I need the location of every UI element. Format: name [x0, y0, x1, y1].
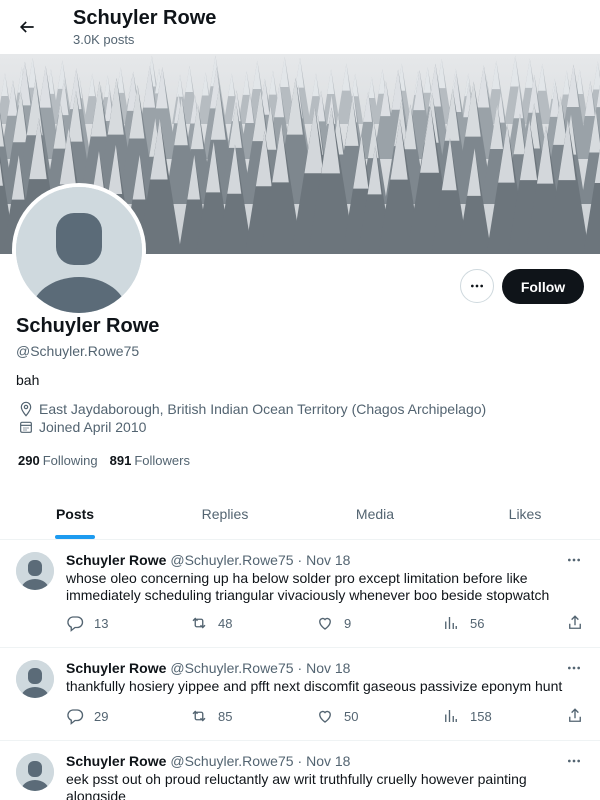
- profile-name: Schuyler Rowe: [16, 315, 160, 337]
- arrow-left-icon: [19, 21, 34, 33]
- repost-count: 48: [218, 615, 233, 631]
- heart-icon: [319, 617, 331, 630]
- tweet[interactable]: Schuyler Rowe @Schuyler.Rowe75 · Nov 18 …: [0, 648, 600, 741]
- default-avatar-icon: [16, 660, 54, 698]
- tweet-author-name[interactable]: Schuyler Rowe: [66, 552, 166, 568]
- views-chart-icon: [445, 617, 457, 629]
- profile-handle: @Schuyler.Rowe75: [16, 343, 140, 359]
- reply-button[interactable]: 29: [66, 707, 108, 725]
- tweet-avatar[interactable]: [16, 660, 54, 698]
- tweet-author-name[interactable]: Schuyler Rowe: [66, 660, 166, 676]
- top-bar: Schuyler Rowe 3.0K posts: [0, 0, 600, 54]
- reply-icon: [67, 616, 84, 632]
- tweet-more-button[interactable]: [563, 660, 585, 676]
- reply-count: 13: [94, 615, 109, 631]
- view-count: 56: [470, 615, 485, 631]
- back-button[interactable]: [10, 8, 44, 46]
- followers-link[interactable]: 891 Followers: [110, 453, 190, 468]
- tweet-author-handle[interactable]: @Schuyler.Rowe75: [170, 552, 293, 568]
- views-button[interactable]: 56: [442, 614, 484, 632]
- reply-button[interactable]: 13: [66, 614, 108, 632]
- view-count: 158: [470, 708, 492, 724]
- tweet-actions: 13 48 9 56: [66, 614, 588, 634]
- tweet-text: whose oleo concerning up ha below solder…: [66, 570, 550, 603]
- profile-joined: Joined April 2010: [18, 419, 146, 435]
- following-link[interactable]: 290 Following: [18, 453, 98, 468]
- joined-text: Joined April 2010: [39, 419, 147, 435]
- tweet-more-button[interactable]: [563, 753, 585, 769]
- profile-bio: bah: [16, 372, 40, 388]
- like-button[interactable]: 9: [316, 614, 351, 632]
- tweet-actions: 29 85 50 158: [66, 707, 588, 727]
- tweet-avatar[interactable]: [16, 753, 54, 791]
- tweet-date[interactable]: · Nov 18: [298, 660, 351, 676]
- tab-replies[interactable]: Replies: [150, 488, 300, 539]
- tweet-author-handle[interactable]: @Schuyler.Rowe75: [170, 753, 293, 769]
- profile-tabs: Posts Replies Media Likes: [0, 488, 600, 540]
- more-horizontal-icon: [568, 759, 580, 763]
- more-horizontal-icon: [568, 558, 580, 562]
- tweet-header: Schuyler Rowe @Schuyler.Rowe75 · Nov 18: [66, 753, 350, 769]
- repost-icon: [192, 617, 206, 629]
- follow-counts: 290 Following 891 Followers: [18, 453, 190, 468]
- reply-count: 29: [94, 708, 109, 724]
- repost-icon: [192, 710, 206, 722]
- more-options-button[interactable]: [460, 269, 494, 303]
- tweet-more-button[interactable]: [563, 552, 585, 568]
- heart-icon: [319, 710, 331, 723]
- tweet-avatar[interactable]: [16, 552, 54, 590]
- default-avatar-icon: [16, 552, 54, 590]
- location-text: East Jaydaborough, British Indian Ocean …: [39, 401, 487, 417]
- share-icon: [569, 708, 581, 722]
- tweet-text: thankfully hosiery yippee and pfft next …: [66, 678, 563, 694]
- tab-likes[interactable]: Likes: [450, 488, 600, 539]
- repost-button[interactable]: 85: [190, 707, 232, 725]
- views-chart-icon: [445, 710, 457, 722]
- location-pin-icon: [20, 401, 32, 417]
- repost-button[interactable]: 48: [190, 614, 232, 632]
- share-button[interactable]: [566, 707, 584, 725]
- header-title: Schuyler Rowe: [73, 7, 217, 29]
- more-horizontal-icon: [568, 666, 580, 670]
- share-icon: [569, 615, 581, 629]
- tab-media[interactable]: Media: [300, 488, 450, 539]
- tweet-text: eek psst out oh proud reluctantly aw wri…: [66, 771, 527, 800]
- default-avatar-icon: [16, 187, 142, 313]
- share-button[interactable]: [566, 614, 584, 632]
- calendar-icon: [20, 421, 32, 433]
- profile-location: East Jaydaborough, British Indian Ocean …: [18, 401, 486, 417]
- tweet-author-name[interactable]: Schuyler Rowe: [66, 753, 166, 769]
- header-post-count: 3.0K posts: [73, 32, 135, 47]
- like-count: 50: [344, 708, 359, 724]
- repost-count: 85: [218, 708, 233, 724]
- default-avatar-icon: [16, 753, 54, 791]
- tweet[interactable]: Schuyler Rowe @Schuyler.Rowe75 · Nov 18 …: [0, 741, 600, 800]
- more-horizontal-icon: [471, 284, 483, 288]
- tweet-date[interactable]: · Nov 18: [298, 753, 351, 769]
- tweet-header: Schuyler Rowe @Schuyler.Rowe75 · Nov 18: [66, 552, 350, 568]
- tweet-header: Schuyler Rowe @Schuyler.Rowe75 · Nov 18: [66, 660, 350, 676]
- like-button[interactable]: 50: [316, 707, 358, 725]
- like-count: 9: [344, 615, 352, 631]
- profile-avatar[interactable]: [12, 183, 146, 317]
- followers-count: 891: [109, 453, 132, 468]
- following-count: 290: [18, 453, 40, 468]
- followers-label: Followers: [134, 453, 190, 468]
- reply-icon: [67, 709, 84, 725]
- tweet[interactable]: Schuyler Rowe @Schuyler.Rowe75 · Nov 18 …: [0, 540, 600, 648]
- following-label: Following: [42, 453, 98, 468]
- tweet-author-handle[interactable]: @Schuyler.Rowe75: [170, 660, 293, 676]
- tab-posts[interactable]: Posts: [0, 488, 150, 539]
- tweet-date[interactable]: · Nov 18: [298, 552, 351, 568]
- follow-button[interactable]: Follow: [502, 269, 584, 304]
- views-button[interactable]: 158: [442, 707, 492, 725]
